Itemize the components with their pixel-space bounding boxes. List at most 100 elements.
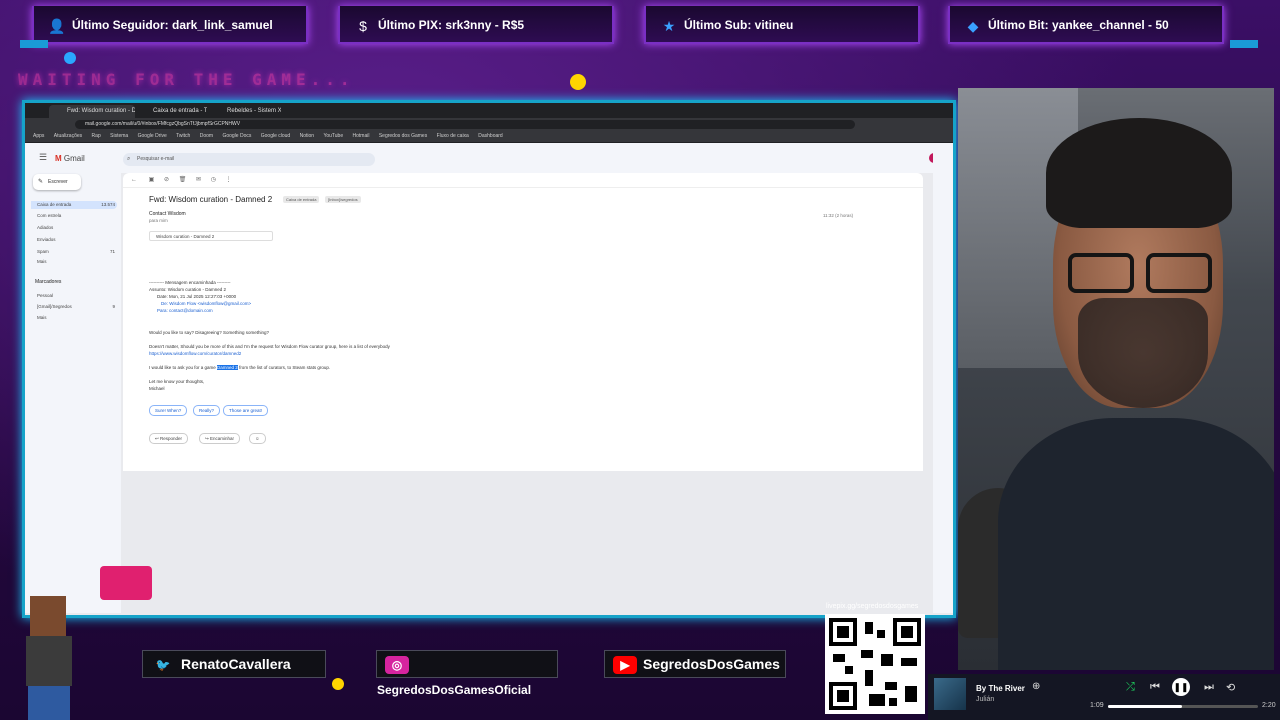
instagram-icon: ◎	[385, 655, 409, 674]
email-date: 11:32 (2 horas)	[823, 213, 854, 218]
bookmark[interactable]: Twitch	[176, 133, 190, 139]
previous-icon[interactable]: ⏮	[1150, 681, 1160, 694]
alert-cap	[1230, 40, 1258, 48]
progress-bar[interactable]	[1108, 705, 1258, 708]
tab-rebeldes[interactable]: Rebeldes - Sistem XX	[209, 105, 281, 118]
bookmark[interactable]: Fluxo de caixa	[437, 133, 469, 139]
decor-dot	[570, 74, 586, 90]
streamer-beard	[1078, 298, 1208, 408]
streamer-shirt	[998, 418, 1274, 670]
sidebar-label-personal[interactable]: Pessoal	[37, 293, 117, 298]
forward-from[interactable]: De: Wisdom Flow <wisdomflow@gmail.com>	[161, 301, 251, 306]
social-twitter: 🐦 RenatoCavallera	[142, 650, 326, 678]
next-icon[interactable]: ⏭	[1204, 681, 1214, 694]
music-player: By The River Julián ⊕ ⤮ ⏮ ❚❚ ⏭ ⟲ 1:09 2:…	[928, 674, 1280, 720]
social-handle: RenatoCavallera	[181, 656, 291, 672]
bookmark[interactable]: Google Drive	[138, 133, 167, 139]
attachment-name: Wisdom curation - Damned 2	[156, 234, 215, 239]
track-artist: Julián	[976, 696, 995, 703]
social-handle: SegredosDosGamesOficial	[377, 683, 532, 697]
forward-subject: Assunto: Wisdom curation - Damned 2	[149, 287, 227, 292]
email-view: ← ▣ ⊘ 🗑 ✉ ◷ ⋮ Fwd: Wisdom curation - Dam…	[123, 173, 923, 471]
bookmark[interactable]: Google Docs	[222, 133, 251, 139]
bookmark[interactable]: YouTube	[323, 133, 343, 139]
selected-text: Damned 2	[217, 365, 238, 370]
add-icon[interactable]: ⊕	[1032, 681, 1040, 692]
forward-date: Date: Mon, 21 Jul 2025 12:27:03 +0000	[157, 294, 237, 299]
sidebar-item-starred[interactable]: Com estrela	[37, 213, 117, 218]
url-input[interactable]: mail.google.com/mail/u/0/#inbox/FMfcgzQb…	[75, 120, 855, 129]
report-icon[interactable]: ⊘	[164, 177, 169, 183]
bookmark[interactable]: Dashboard	[478, 133, 502, 139]
repeat-icon[interactable]: ⟲	[1226, 681, 1235, 694]
sidebar-item-more[interactable]: Mais	[37, 259, 117, 264]
gmail-brand: Gmail	[63, 154, 85, 163]
pencil-icon: ✎	[38, 179, 44, 185]
delete-icon[interactable]: 🗑	[179, 177, 187, 183]
diamond-icon: ◆	[967, 18, 979, 34]
labels-header: Marcadores	[35, 279, 62, 285]
bookmark[interactable]: Rap	[92, 133, 101, 139]
decor-dot	[332, 678, 344, 690]
social-handle: SegredosDosGames	[643, 656, 780, 672]
qr-code	[825, 614, 925, 714]
side-panel-rail	[933, 143, 953, 613]
elapsed-time: 1:09	[1090, 702, 1104, 709]
twitter-icon: 🐦	[155, 658, 171, 673]
gmail-logo[interactable]: M Gmail	[55, 154, 85, 163]
archive-icon[interactable]: ▣	[149, 177, 155, 183]
sidebar-item-sent[interactable]: Enviados	[37, 237, 117, 242]
compose-label: Escrever	[48, 179, 68, 185]
smart-reply-button[interactable]: Those are great!	[223, 405, 269, 416]
smart-reply-button[interactable]: Really?	[193, 405, 221, 416]
pause-button[interactable]: ❚❚	[1172, 678, 1190, 696]
bookmark[interactable]: Doom	[200, 133, 213, 139]
sidebar-item-spam[interactable]: Spam 71	[37, 249, 117, 254]
gmail-sidebar: ✎ Escrever Caixa de entrada 13.574 Com es…	[25, 173, 121, 613]
sender-name: Contact Wisdom	[149, 211, 186, 217]
smart-reply-button[interactable]: Sure! When?	[149, 405, 188, 416]
label-chip[interactable]: Caixa de entrada	[283, 196, 320, 203]
album-art	[934, 678, 966, 710]
sidebar-item-inbox[interactable]: Caixa de entrada 13.574	[31, 201, 117, 209]
compose-button[interactable]: ✎ Escrever	[33, 174, 81, 190]
user-icon: 👤	[48, 18, 66, 34]
bookmark[interactable]: Hotmail	[353, 133, 370, 139]
attachment-chip[interactable]: Wisdom curation - Damned 2	[149, 231, 273, 241]
bookmark[interactable]: Google cloud	[261, 133, 290, 139]
tab-twitch[interactable]: Caixa de entrada - Twitch	[135, 105, 207, 118]
forward-button[interactable]: ↪ Encaminhar	[199, 433, 241, 444]
alert-text: Último PIX: srk3nny - R$5	[378, 18, 525, 32]
mail-unread-icon[interactable]: ✉	[196, 177, 201, 183]
search-input[interactable]: ⌕ Pesquisar e-mail	[123, 153, 375, 166]
bookmark[interactable]: Notion	[300, 133, 314, 139]
alert-cap	[20, 40, 48, 48]
bookmark[interactable]: Segredos dos Games	[379, 133, 427, 139]
emoji-button[interactable]: ☺	[249, 433, 266, 444]
email-signoff: Let me know your thoughts,	[149, 379, 205, 384]
reply-button[interactable]: ↩ Responder	[149, 433, 189, 444]
snooze-icon[interactable]: ◷	[211, 177, 216, 183]
email-body-line: Would you like to say? Disagreeing? Some…	[149, 330, 269, 335]
forward-to[interactable]: Para: contact@domain.com	[157, 308, 213, 313]
browser-window: Fwd: Wisdom curation - Damned Caixa de e…	[22, 100, 956, 618]
dollar-icon: $	[359, 18, 367, 34]
progress-fill	[1108, 705, 1182, 708]
text-segment: I would like to ask you for a game	[149, 365, 218, 370]
search-placeholder: Pesquisar e-mail	[137, 156, 175, 162]
address-bar: mail.google.com/mail/u/0/#inbox/FMfcgzQb…	[25, 118, 953, 131]
bookmark[interactable]: Atualizações	[54, 133, 82, 139]
sidebar-label-more[interactable]: Mais	[37, 315, 117, 320]
shuffle-icon[interactable]: ⤮	[1126, 681, 1135, 694]
sidebar-item-snoozed[interactable]: Adiados	[37, 225, 117, 230]
menu-icon[interactable]: ☰	[39, 152, 47, 163]
bookmark[interactable]: Sistema	[110, 133, 128, 139]
more-vert-icon[interactable]: ⋮	[226, 177, 232, 183]
label-chip[interactable]: [Inbox]/segredos	[325, 196, 361, 203]
tab-gmail[interactable]: Fwd: Wisdom curation - Damned	[49, 105, 135, 118]
mail-icon: M	[55, 154, 62, 163]
email-body-link[interactable]: https://www.wisdomflow.com/curator/damne…	[149, 351, 241, 356]
bookmark[interactable]: Apps	[33, 133, 44, 139]
back-icon[interactable]: ←	[131, 177, 137, 183]
sidebar-label-segredos[interactable]: [Gmail]/Segredos 9	[37, 304, 117, 309]
